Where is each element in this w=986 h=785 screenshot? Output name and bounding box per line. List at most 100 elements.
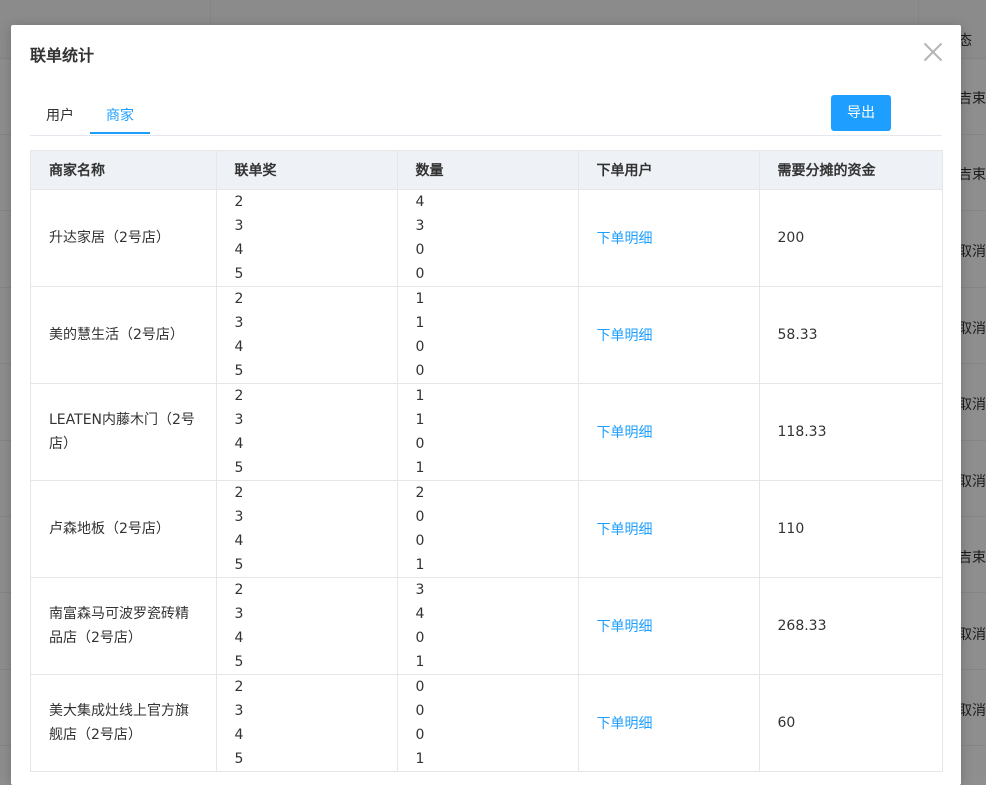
award-value: 2 bbox=[234, 388, 244, 404]
table-header-row: 商家名称 联单奖 数量 下单用户 需要分摊的资金 bbox=[31, 151, 942, 190]
award-value: 4 bbox=[234, 339, 244, 355]
shared-funds-value: 118.33 bbox=[777, 424, 827, 440]
award-cell: 2 3 4 5 bbox=[215, 577, 398, 675]
count-value: 2 bbox=[415, 485, 425, 501]
count-value: 1 bbox=[415, 412, 425, 428]
tab-merchant[interactable]: 商家 bbox=[106, 105, 134, 125]
order-user-cell: 下单明细 bbox=[577, 286, 760, 384]
award-cell: 2 3 4 5 bbox=[215, 480, 398, 578]
tab-user[interactable]: 用户 bbox=[46, 105, 74, 125]
count-value: 0 bbox=[415, 242, 425, 258]
count-cell: 4 3 0 0 bbox=[396, 189, 579, 287]
count-value: 0 bbox=[415, 703, 425, 719]
order-detail-link[interactable]: 下单明细 bbox=[597, 716, 653, 732]
count-cell: 1 1 0 1 bbox=[396, 383, 579, 481]
merchant-name-cell: 南富森马可波罗瓷砖精品店（2号店） bbox=[31, 577, 217, 675]
award-value: 2 bbox=[234, 679, 244, 695]
header-merchant-name: 商家名称 bbox=[31, 151, 217, 190]
close-icon[interactable] bbox=[921, 40, 945, 64]
award-value: 3 bbox=[234, 412, 244, 428]
award-value: 2 bbox=[234, 485, 244, 501]
merchant-name: 美的慧生活（2号店） bbox=[49, 327, 184, 343]
count-value: 4 bbox=[415, 606, 425, 622]
award-value: 5 bbox=[234, 557, 244, 573]
count-value: 0 bbox=[415, 679, 425, 695]
merchant-name: 南富森马可波罗瓷砖精品店（2号店） bbox=[49, 606, 189, 646]
order-user-cell: 下单明细 bbox=[577, 383, 760, 481]
count-value: 3 bbox=[415, 218, 425, 234]
order-user-cell: 下单明细 bbox=[577, 674, 760, 772]
award-value: 3 bbox=[234, 703, 244, 719]
order-detail-link[interactable]: 下单明细 bbox=[597, 425, 653, 441]
count-value: 3 bbox=[415, 582, 425, 598]
header-count: 数量 bbox=[396, 151, 579, 190]
order-detail-link[interactable]: 下单明细 bbox=[597, 522, 653, 538]
count-value: 0 bbox=[415, 533, 425, 549]
award-value: 4 bbox=[234, 242, 244, 258]
count-cell: 3 4 0 1 bbox=[396, 577, 579, 675]
award-cell: 2 3 4 5 bbox=[215, 189, 398, 287]
merchant-name-cell: LEATEN内藤木门（2号店） bbox=[31, 383, 217, 481]
tab-bar: 用户 商家 bbox=[30, 97, 942, 136]
award-cell: 2 3 4 5 bbox=[215, 383, 398, 481]
count-cell: 2001 bbox=[396, 480, 579, 578]
merchant-name: 美大集成灶线上官方旗舰店（2号店） bbox=[49, 703, 189, 743]
award-value: 3 bbox=[234, 218, 244, 234]
active-tab-indicator bbox=[90, 132, 150, 134]
count-value: 0 bbox=[415, 630, 425, 646]
shared-funds-value: 60 bbox=[777, 715, 796, 731]
award-value: 2 bbox=[234, 582, 244, 598]
merchant-name: LEATEN内藤木门（2号店） bbox=[49, 412, 195, 452]
award-value: 3 bbox=[234, 509, 244, 525]
count-value: 1 bbox=[415, 654, 425, 670]
order-detail-link[interactable]: 下单明细 bbox=[597, 231, 653, 247]
shared-funds-cell: 58.33 bbox=[758, 286, 942, 384]
count-value: 0 bbox=[415, 727, 425, 743]
award-cell: 2 3 4 5 bbox=[215, 286, 398, 384]
shared-funds-value: 58.33 bbox=[777, 327, 818, 343]
count-value: 0 bbox=[415, 266, 425, 282]
shared-funds-cell: 60 bbox=[758, 674, 942, 772]
award-value: 5 bbox=[234, 751, 244, 767]
merchant-name: 卢森地板（2号店） bbox=[49, 521, 170, 537]
order-user-cell: 下单明细 bbox=[577, 480, 760, 578]
count-value: 1 bbox=[415, 751, 425, 767]
award-value: 2 bbox=[234, 194, 244, 210]
award-cell: 2 3 4 5 bbox=[215, 674, 398, 772]
award-value: 4 bbox=[234, 727, 244, 743]
order-detail-link[interactable]: 下单明细 bbox=[597, 619, 653, 635]
table-row: 卢森地板（2号店） 2 3 4 5 2 0 0 1 下单明细 110 bbox=[31, 480, 942, 578]
award-value: 5 bbox=[234, 363, 244, 379]
shared-funds-value: 110 bbox=[777, 521, 805, 537]
award-value: 5 bbox=[234, 266, 244, 282]
count-cell: 1 1 0 0 bbox=[396, 286, 579, 384]
order-statistics-modal: 联单统计 用户 商家 导出 商家名称 联单奖 数量 下单用户 需要分摊的资金 升… bbox=[11, 25, 961, 785]
award-value: 5 bbox=[234, 460, 244, 476]
merchant-name: 升达家居（2号店） bbox=[49, 230, 170, 246]
count-value: 1 bbox=[415, 557, 425, 573]
award-value: 4 bbox=[234, 630, 244, 646]
count-value: 0 bbox=[415, 509, 425, 525]
count-value: 1 bbox=[415, 460, 425, 476]
award-value: 4 bbox=[234, 533, 244, 549]
merchant-name-cell: 卢森地板（2号店） bbox=[31, 480, 217, 578]
header-order-user: 下单用户 bbox=[577, 151, 760, 190]
order-detail-link[interactable]: 下单明细 bbox=[597, 328, 653, 344]
merchant-name-cell: 美大集成灶线上官方旗舰店（2号店） bbox=[31, 674, 217, 772]
merchant-name-cell: 美的慧生活（2号店） bbox=[31, 286, 217, 384]
award-value: 5 bbox=[234, 654, 244, 670]
award-value: 2 bbox=[234, 291, 244, 307]
shared-funds-cell: 118.33 bbox=[758, 383, 942, 481]
count-value: 1 bbox=[415, 315, 425, 331]
award-value: 3 bbox=[234, 315, 244, 331]
count-value: 4 bbox=[415, 194, 425, 210]
table-row: LEATEN内藤木门（2号店） 2 3 4 5 1 1 0 1 下单明细 118.33 bbox=[31, 383, 942, 481]
header-shared-funds: 需要分摊的资金 bbox=[758, 151, 942, 190]
export-button[interactable]: 导出 bbox=[831, 95, 891, 131]
merchant-name-cell: 升达家居（2号店） bbox=[31, 189, 217, 287]
table-row: 南富森马可波罗瓷砖精品店（2号店） 2 3 4 5 3 4 0 1 下单明细 268.33 bbox=[31, 577, 942, 675]
modal-title: 联单统计 bbox=[30, 46, 95, 65]
table-row: 美的慧生活（2号店） 2 3 4 5 1 1 0 0 下单明细 58.33 bbox=[31, 286, 942, 384]
count-value: 0 bbox=[415, 339, 425, 355]
award-value: 3 bbox=[234, 606, 244, 622]
